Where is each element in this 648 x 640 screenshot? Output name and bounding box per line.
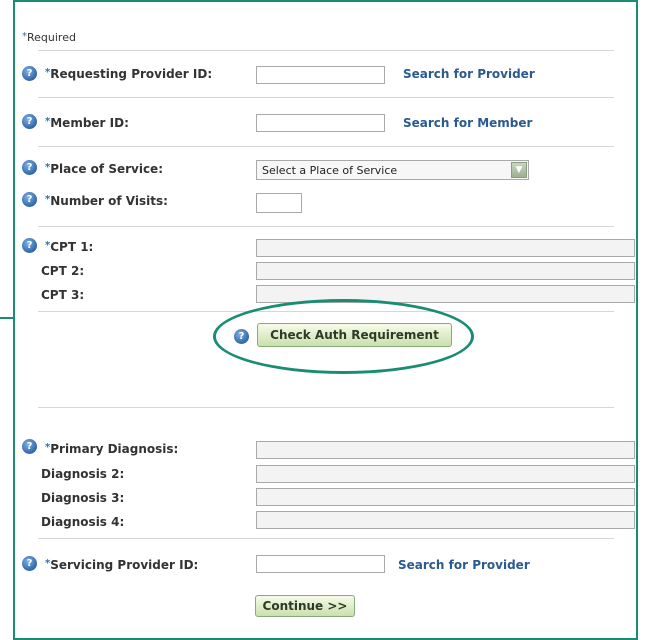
chevron-down-icon[interactable]: ▼ (511, 162, 527, 178)
place-of-service-select[interactable]: Select a Place of Service ▼ (256, 160, 529, 180)
search-for-member-link[interactable]: Search for Member (403, 116, 532, 130)
servicing-provider-label: *Servicing Provider ID: (45, 558, 198, 572)
help-icon[interactable]: ? (22, 114, 37, 129)
member-id-label-text: Member ID: (50, 116, 129, 130)
diagnosis-2-label: Diagnosis 2: (41, 467, 125, 481)
cpt-1-input[interactable] (256, 239, 635, 257)
help-icon[interactable]: ? (22, 66, 37, 81)
place-of-service-label-text: Place of Service: (50, 162, 163, 176)
servicing-provider-label-text: Servicing Provider ID: (50, 558, 199, 572)
cpt-2-input[interactable] (256, 262, 635, 280)
diagnosis-4-label: Diagnosis 4: (41, 515, 125, 529)
required-text: Required (27, 31, 76, 44)
place-of-service-selected: Select a Place of Service (262, 164, 398, 177)
requesting-provider-label-text: Requesting Provider ID: (50, 67, 213, 81)
primary-diagnosis-input[interactable] (256, 441, 635, 459)
separator (38, 146, 614, 147)
cpt-3-label: CPT 3: (41, 288, 85, 302)
requesting-provider-label: *Requesting Provider ID: (45, 67, 212, 81)
continue-button[interactable]: Continue >> (255, 595, 355, 617)
connector-line (0, 317, 13, 319)
required-note: *Required (22, 31, 76, 44)
search-for-provider-link[interactable]: Search for Provider (403, 67, 535, 81)
servicing-provider-input[interactable] (256, 555, 385, 573)
separator (38, 538, 614, 539)
diagnosis-3-input[interactable] (256, 488, 635, 506)
search-for-provider-link-2[interactable]: Search for Provider (398, 558, 530, 572)
separator (38, 407, 614, 408)
place-of-service-label: *Place of Service: (45, 162, 163, 176)
diagnosis-2-input[interactable] (256, 465, 635, 483)
separator (38, 50, 614, 51)
help-icon[interactable]: ? (22, 439, 37, 454)
diagnosis-3-label: Diagnosis 3: (41, 491, 125, 505)
help-icon[interactable]: ? (22, 160, 37, 175)
primary-diagnosis-label: *Primary Diagnosis: (45, 442, 178, 456)
number-of-visits-label-text: Number of Visits: (50, 194, 168, 208)
cpt-1-label: *CPT 1: (45, 240, 93, 254)
primary-diagnosis-label-text: Primary Diagnosis: (50, 442, 179, 456)
number-of-visits-label: *Number of Visits: (45, 194, 168, 208)
diagnosis-4-input[interactable] (256, 511, 635, 529)
highlight-ellipse (213, 299, 474, 374)
help-icon[interactable]: ? (22, 192, 37, 207)
help-icon[interactable]: ? (22, 238, 37, 253)
member-id-label: *Member ID: (45, 116, 129, 130)
help-icon[interactable]: ? (22, 556, 37, 571)
cpt-2-label: CPT 2: (41, 264, 85, 278)
cpt-1-label-text: CPT 1: (50, 240, 94, 254)
separator (38, 97, 614, 98)
requesting-provider-input[interactable] (256, 66, 385, 84)
separator (38, 226, 614, 227)
member-id-input[interactable] (256, 114, 385, 132)
number-of-visits-input[interactable] (256, 193, 302, 213)
